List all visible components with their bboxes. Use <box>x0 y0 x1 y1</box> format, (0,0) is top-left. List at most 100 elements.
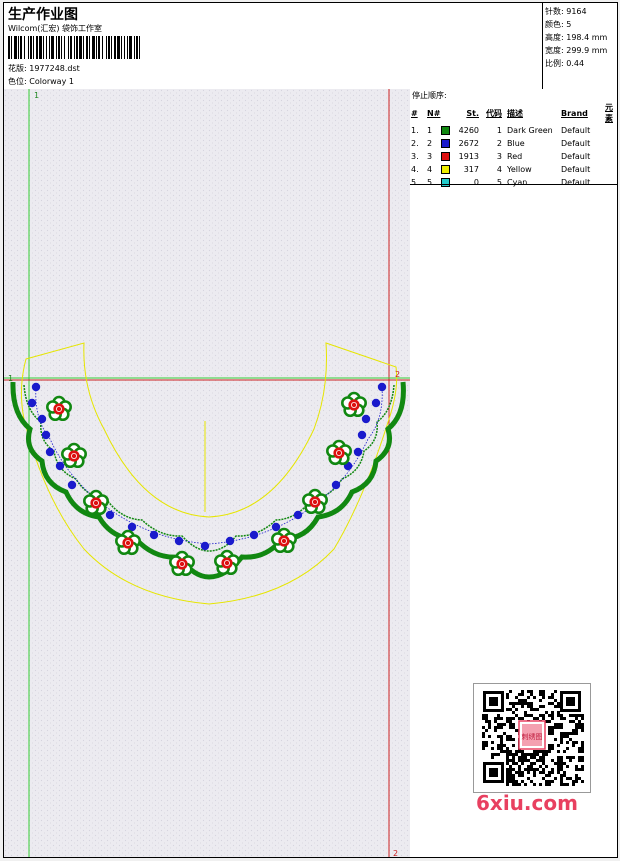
row-desc: Cyan <box>507 178 528 187</box>
colorway-row: 色位: Colorway 1 <box>8 76 74 87</box>
row-brand: Default <box>561 139 591 148</box>
table-row[interactable]: 1. 1 4260 1 Dark Green Default <box>411 124 617 137</box>
row-stitches: 2672 <box>441 137 482 150</box>
blue-bead <box>357 430 367 440</box>
color-swatch <box>441 152 450 161</box>
blue-bead <box>225 536 235 546</box>
row-brand: Default <box>561 152 591 161</box>
row-num: 5. <box>411 178 419 187</box>
design-canvas[interactable]: 1 1 2 2 <box>4 89 411 858</box>
page-title: 生产作业图 <box>8 7 78 23</box>
row-num: 3. <box>411 152 419 161</box>
col-stitches: St. <box>466 108 479 118</box>
blue-bead <box>67 480 77 490</box>
blue-bead <box>353 447 363 457</box>
row-code: 4 <box>496 165 502 174</box>
design-height: 高度: 198.4 mm <box>545 33 608 42</box>
row-element <box>605 176 617 189</box>
row-n: 5 <box>427 178 433 187</box>
row-code: 2 <box>496 139 502 148</box>
design-label: 花版: <box>8 64 27 73</box>
row-code: 5 <box>496 178 502 187</box>
barcode <box>8 36 140 59</box>
col-num: # <box>411 108 418 118</box>
row-brand: Default <box>561 165 591 174</box>
stop-sequence-table: # N# St. 代码 描述 Brand 元素 1. 1 4260 1 Dark Gre… <box>411 102 617 189</box>
blue-bead <box>200 541 210 551</box>
embroidery-design: 1 1 2 2 <box>4 89 410 858</box>
blue-bead <box>361 414 371 424</box>
blue-bead <box>37 414 47 424</box>
canvas-background <box>4 89 410 857</box>
row-num: 4. <box>411 165 419 174</box>
production-sheet: 生产作业图 Wilcom(汇宏) 袋饰工作室 花版: 1977248.dst 色… <box>3 2 618 858</box>
blue-bead <box>105 510 115 520</box>
row-brand: Default <box>561 126 591 135</box>
row-n: 3 <box>427 152 433 161</box>
row-desc: Dark Green <box>507 126 553 135</box>
side-divider <box>410 184 617 185</box>
col-code: 代码 <box>486 108 502 118</box>
table-row[interactable]: 5. 5 0 5 Cyan Default <box>411 176 617 189</box>
row-stitches: 317 <box>441 163 482 176</box>
row-num: 2. <box>411 139 419 148</box>
col-desc: 描述 <box>507 108 523 118</box>
row-n: 1 <box>427 126 433 135</box>
row-stitches: 4260 <box>441 124 482 137</box>
watermark-text: 6xiu.com <box>476 791 578 815</box>
blue-bead <box>27 398 37 408</box>
blue-bead <box>249 530 259 540</box>
blue-bead <box>174 536 184 546</box>
marker-left-mid: 1 <box>8 374 13 383</box>
table-header-row: # N# St. 代码 描述 Brand 元素 <box>411 102 617 124</box>
blue-bead <box>31 382 41 392</box>
marker-right-mid: 2 <box>395 370 400 379</box>
marker-left-top: 1 <box>34 91 39 100</box>
row-stitches: 1913 <box>441 150 482 163</box>
col-brand: Brand <box>561 108 588 118</box>
stamp-text: 刺绣图 <box>522 732 543 741</box>
blue-bead <box>45 447 55 457</box>
blue-bead <box>55 461 65 471</box>
row-desc: Yellow <box>507 165 532 174</box>
blue-bead <box>41 430 51 440</box>
row-num: 1. <box>411 126 419 135</box>
design-name-row: 花版: 1977248.dst <box>8 63 80 74</box>
blue-bead <box>293 510 303 520</box>
row-stitches: 0 <box>441 176 482 189</box>
colorway-label: 色位: <box>8 77 27 86</box>
row-element <box>605 150 617 163</box>
row-code: 1 <box>496 126 502 135</box>
col-element: 元素 <box>605 103 613 123</box>
stitch-count: 针数: 9164 <box>545 7 587 16</box>
row-element <box>605 137 617 150</box>
design-value: 1977248.dst <box>29 64 80 73</box>
colorway-value: Colorway 1 <box>29 77 74 86</box>
row-element <box>605 163 617 176</box>
color-swatch <box>441 126 450 135</box>
design-scale: 比例: 0.44 <box>545 59 585 68</box>
design-info-box: 针数: 9164 颜色: 5 高度: 198.4 mm 宽度: 299.9 mm… <box>542 3 617 89</box>
qr-code: 刺绣图 <box>473 683 591 793</box>
row-desc: Red <box>507 152 523 161</box>
table-row[interactable]: 2. 2 2672 2 Blue Default <box>411 137 617 150</box>
color-swatch <box>441 165 450 174</box>
color-swatch <box>441 139 450 148</box>
marker-right-bottom: 2 <box>393 849 398 858</box>
row-brand: Default <box>561 178 591 187</box>
table-row[interactable]: 3. 3 1913 3 Red Default <box>411 150 617 163</box>
color-swatch <box>441 178 450 187</box>
stop-sequence-title: 停止顺序: <box>412 91 447 100</box>
software-subtitle: Wilcom(汇宏) 袋饰工作室 <box>8 24 103 33</box>
blue-bead <box>149 530 159 540</box>
color-count: 颜色: 5 <box>545 20 572 29</box>
blue-bead <box>331 480 341 490</box>
blue-bead <box>371 398 381 408</box>
row-element <box>605 124 617 137</box>
header: 生产作业图 Wilcom(汇宏) 袋饰工作室 花版: 1977248.dst 色… <box>4 3 617 90</box>
row-desc: Blue <box>507 139 525 148</box>
row-n: 4 <box>427 165 433 174</box>
col-n: N# <box>427 108 441 118</box>
table-row[interactable]: 4. 4 317 4 Yellow Default <box>411 163 617 176</box>
row-code: 3 <box>496 152 502 161</box>
